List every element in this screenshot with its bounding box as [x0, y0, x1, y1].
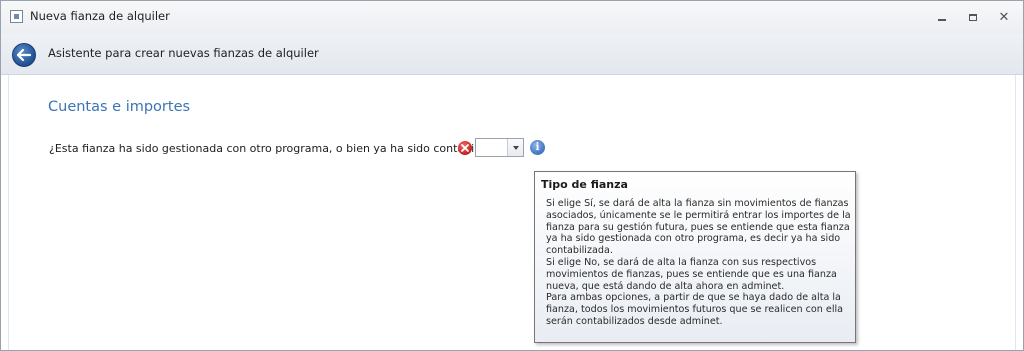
help-tooltip: Tipo de fianza Si elige Sí, se dará de a…	[534, 171, 856, 343]
maximize-button[interactable]	[960, 7, 986, 27]
tooltip-line: movimientos de fianzas, pues se entiende…	[546, 268, 837, 280]
tooltip-line: Si elige No, se dará de alta la fianza c…	[546, 256, 817, 268]
accounted-select[interactable]	[475, 138, 524, 157]
window-title: Nueva fianza de alquiler	[30, 9, 170, 23]
title-bar[interactable]: Nueva fianza de alquiler ✕	[1, 1, 1023, 35]
tooltip-line: nueva, que está dando de alta ahora en a…	[546, 280, 785, 292]
dialog-window: Nueva fianza de alquiler ✕ Asistente par…	[0, 0, 1024, 351]
close-icon: ✕	[998, 9, 1010, 25]
question-label: ¿Esta fianza ha sido gestionada con otro…	[49, 142, 513, 155]
close-button[interactable]: ✕	[991, 7, 1017, 27]
tooltip-line: ya ha sido gestionada con otro programa,…	[546, 233, 841, 245]
wizard-header: Asistente para crear nuevas fianzas de a…	[1, 34, 1023, 75]
dropdown-button[interactable]	[507, 139, 523, 156]
tooltip-line: contabilizada.	[546, 245, 613, 257]
back-button[interactable]	[12, 43, 36, 67]
error-icon	[458, 141, 472, 155]
tooltip-line: Si elige Sí, se dará de alta la fianza s…	[546, 198, 849, 209]
accounted-select-value	[478, 141, 507, 154]
section-title: Cuentas e importes	[48, 99, 191, 115]
tooltip-line: fianza, todos los movimientos futuros qu…	[546, 304, 844, 316]
wizard-title: Asistente para crear nuevas fianzas de a…	[48, 46, 319, 60]
minimize-icon	[938, 19, 946, 21]
tooltip-line: fianza para su gestión futura, pues se e…	[546, 221, 850, 233]
tooltip-line: serán contabilizados desde adminet.	[546, 315, 723, 327]
back-arrow-icon	[17, 49, 31, 61]
chevron-down-icon	[512, 145, 519, 150]
error-x-glyph	[461, 144, 469, 152]
tooltip-body: Si elige Sí, se dará de alta la fianza s…	[546, 198, 853, 328]
tooltip-line: Para ambas opciones, a partir de que se …	[546, 292, 841, 304]
tooltip-line: asociados, únicamente se le permitirá en…	[546, 209, 851, 221]
maximize-icon	[969, 13, 977, 21]
tooltip-title: Tipo de fianza	[541, 178, 628, 191]
wizard-content: Cuentas e importes ¿Esta fianza ha sido …	[8, 75, 1016, 350]
info-icon[interactable]: i	[530, 140, 545, 155]
minimize-button[interactable]	[929, 7, 955, 27]
app-icon	[10, 10, 23, 23]
